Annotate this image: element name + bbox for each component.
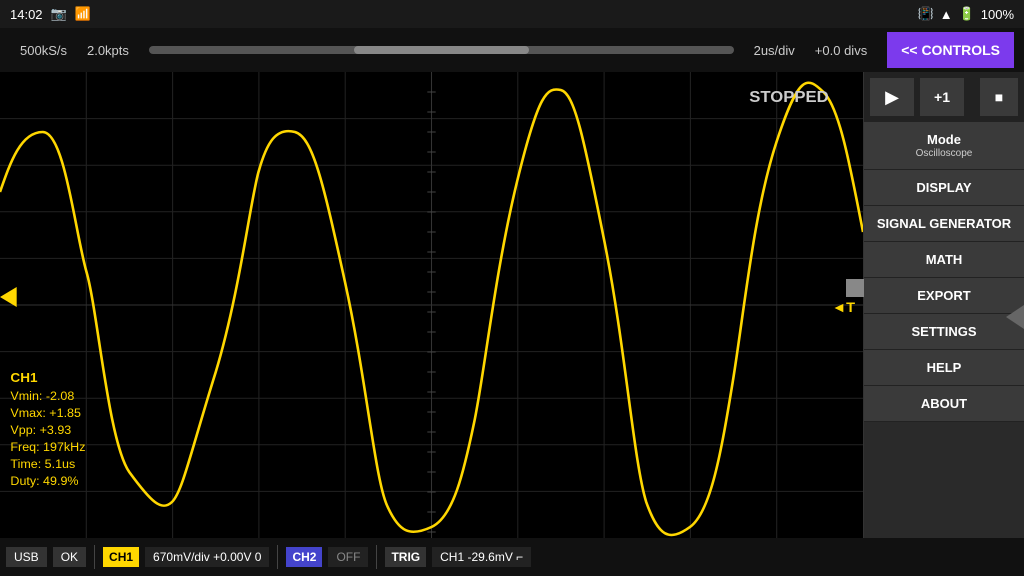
rp-menu-item-0[interactable]: ModeOscilloscope [864, 122, 1024, 170]
battery-percent: 100% [981, 7, 1014, 22]
rp-menu-item-7[interactable]: ABOUT [864, 386, 1024, 422]
buffer-size: 2.0kpts [77, 43, 139, 58]
time-slider[interactable] [139, 46, 744, 54]
battery-icon: 🔋 [959, 6, 975, 22]
oscilloscope-display: STOPPED ◄T CH1 Vmin: -2.08 Vmax: +1.85 V… [0, 72, 863, 538]
trig-label[interactable]: TRIG [385, 547, 426, 567]
divider-3 [376, 545, 377, 569]
svg-text:Duty: 49.9%: Duty: 49.9% [10, 474, 78, 488]
rp-menu-item-2[interactable]: SIGNAL GENERATOR [864, 206, 1024, 242]
slider-thumb [354, 46, 529, 54]
divider-1 [94, 545, 95, 569]
playback-controls: ▶ +1 ■ [864, 72, 1024, 122]
divider-2 [277, 545, 278, 569]
svg-text:◄T: ◄T [832, 300, 856, 316]
offset: +0.0 divs [805, 43, 877, 58]
sample-rate: 500kS/s [10, 43, 77, 58]
rp-menu-item-4[interactable]: EXPORT [864, 278, 1024, 314]
rp-menu-item-1[interactable]: DISPLAY [864, 170, 1024, 206]
notification-icon: 📷 [51, 6, 67, 22]
ch2-label[interactable]: CH2 [286, 547, 322, 567]
stop-button[interactable]: ■ [980, 78, 1018, 116]
usb-button[interactable]: USB [6, 547, 47, 567]
scope-area[interactable]: STOPPED ◄T CH1 Vmin: -2.08 Vmax: +1.85 V… [0, 72, 864, 538]
svg-text:Time: 5.1us: Time: 5.1us [10, 457, 75, 471]
top-bar: 500kS/s 2.0kpts 2us/div +0.0 divs << CON… [0, 28, 1024, 72]
rp-menu-item-3[interactable]: MATH [864, 242, 1024, 278]
step-button[interactable]: +1 [920, 78, 964, 116]
svg-text:Freq: 197kHz: Freq: 197kHz [10, 440, 85, 454]
rp-menu-item-5[interactable]: SETTINGS [864, 314, 1024, 350]
controls-button[interactable]: << CONTROLS [887, 32, 1014, 68]
ch1-label[interactable]: CH1 [103, 547, 139, 567]
bottom-bar: USB OK CH1 670mV/div +0.00V 0 CH2 OFF TR… [0, 538, 1024, 576]
right-panel: ▶ +1 ■ ModeOscilloscopeDISPLAYSIGNAL GEN… [864, 72, 1024, 538]
svg-text:STOPPED: STOPPED [749, 88, 829, 106]
time-display: 14:02 [10, 7, 43, 22]
play-button[interactable]: ▶ [870, 78, 914, 116]
scroll-handle[interactable] [846, 279, 864, 297]
svg-text:CH1: CH1 [10, 370, 38, 385]
trig-info: CH1 -29.6mV ⌐ [432, 547, 531, 567]
sim-icon: 📶 [75, 6, 91, 22]
main-content: STOPPED ◄T CH1 Vmin: -2.08 Vmax: +1.85 V… [0, 72, 1024, 538]
svg-text:Vmax: +1.85: Vmax: +1.85 [10, 406, 81, 420]
svg-text:Vpp: +3.93: Vpp: +3.93 [10, 423, 71, 437]
slider-track [149, 46, 734, 54]
right-panel-menu: ModeOscilloscopeDISPLAYSIGNAL GENERATORM… [864, 122, 1024, 422]
status-bar: 14:02 📷 📶 📳 ▲ 🔋 100% [0, 0, 1024, 28]
vibrate-icon: 📳 [918, 6, 934, 22]
svg-text:Vmin: -2.08: Vmin: -2.08 [10, 389, 74, 403]
rp-menu-item-6[interactable]: HELP [864, 350, 1024, 386]
wifi-icon: ▲ [940, 7, 953, 22]
scroll-arrow-right[interactable] [1006, 305, 1024, 329]
ok-button[interactable]: OK [53, 547, 86, 567]
time-div: 2us/div [744, 43, 805, 58]
ch2-info: OFF [328, 547, 368, 567]
ch1-info: 670mV/div +0.00V 0 [145, 547, 269, 567]
